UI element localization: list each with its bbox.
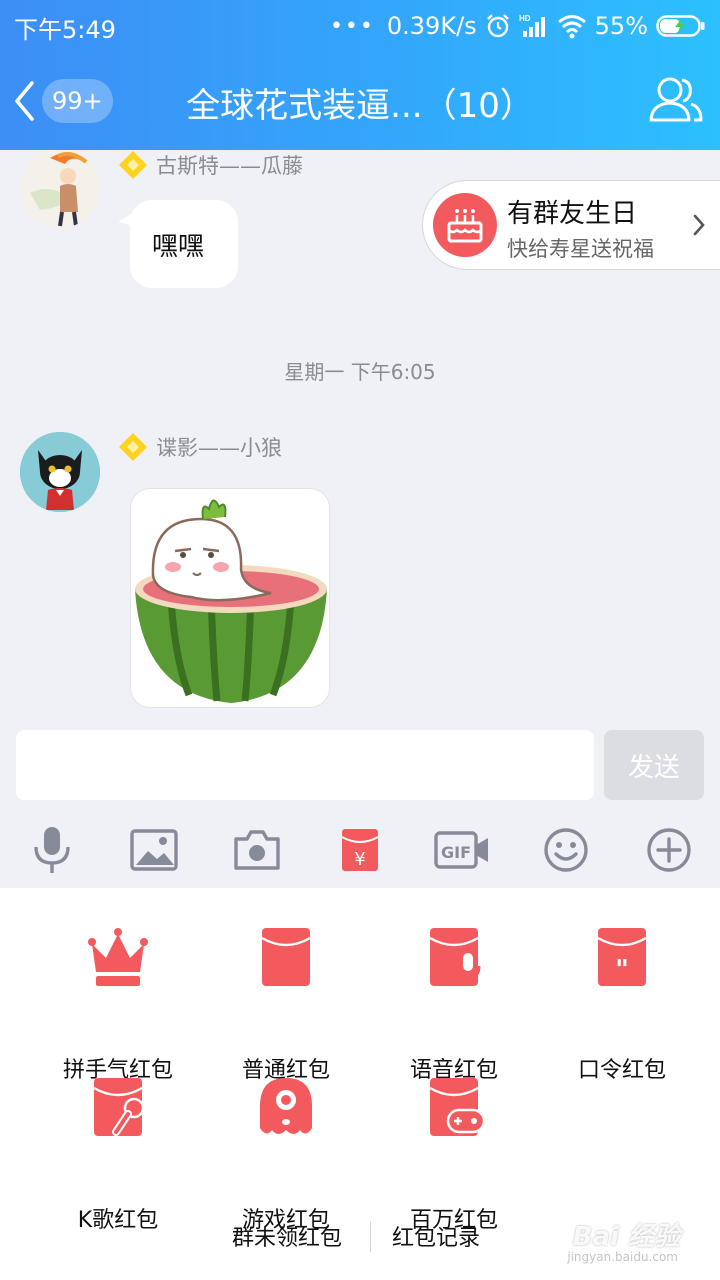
red-packet-karaoke[interactable]: K歌红包 [38,1076,198,1233]
group-members-button[interactable] [648,74,704,126]
cake-icon [447,209,483,243]
sender-name: 古斯特——瓜藤 [118,150,303,180]
birthday-title: 有群友生日 [507,199,638,229]
network-speed: 0.39K/s [386,12,477,40]
sender-name: 谍影——小狼 [118,432,282,462]
alarm-icon [486,14,509,38]
watermark-url: jingyan.baidu.com [567,1250,678,1264]
avatar-illustration [20,150,100,228]
camera-icon [234,830,280,870]
wifi-icon [557,15,586,39]
message-bubble[interactable]: 嘿嘿 [130,200,238,288]
chevron-right-icon [693,214,705,236]
status-indicators: ••• 0.39K/s HD 55% [330,8,706,44]
member-level-icon [119,151,147,179]
app-header: 下午5:49 ••• 0.39K/s HD 55% 99+ 全球花式装逼...（… [0,0,720,150]
birthday-banner[interactable]: 有群友生日 快给寿星送祝福 [422,180,720,270]
emoji-icon [544,828,588,872]
red-packet-records-link[interactable]: 红包记录 [392,1220,480,1252]
red-packet-normal[interactable]: 普通红包 [206,926,366,1083]
red-packet-million[interactable]: 百万红包 [374,1076,534,1233]
message-input-bar: 发送 [0,718,720,810]
message-timestamp: 星期一 下午6:05 [284,360,436,384]
red-packet-label: 口令红包 [577,1058,666,1083]
sender-name-text: 谍影——小狼 [156,436,282,460]
cake-icon-container [433,193,497,257]
red-packet-icon: ¥ [341,829,379,871]
svg-text:HD: HD [519,14,531,23]
input-toolbar: ¥ GIF [0,810,720,888]
avatar-illustration [20,432,100,512]
plus-icon [647,828,691,872]
gif-icon: GIF [434,831,488,869]
karaoke-envelope-icon [93,1078,145,1136]
page-title: 全球花式装逼...（10） [186,86,534,126]
red-packet-lucky[interactable]: 拼手气红包 [38,926,198,1083]
sender-name-text: 古斯特——瓜藤 [156,154,303,178]
sticker-message[interactable] [130,488,330,708]
birthday-subtitle: 快给寿星送祝福 [507,237,654,261]
red-packet-game[interactable]: 游戏红包 [206,1076,366,1233]
notification-dots: ••• [329,13,375,39]
unread-badge: 99+ [42,79,113,123]
avatar[interactable] [20,150,100,228]
group-members-icon [649,77,703,122]
status-time: 下午5:49 [14,16,116,44]
baidu-jingyan-watermark: Bai 经验 [572,1222,680,1252]
message-text: 嘿嘿 [152,231,205,262]
voice-button[interactable] [26,824,78,876]
send-button[interactable]: 发送 [604,730,704,800]
game-character-icon [260,1078,312,1134]
red-packet-voice[interactable]: 语音红包 [374,926,534,1083]
avatar[interactable] [20,432,100,512]
battery-percent: 55% [594,12,648,40]
camera-button[interactable] [231,824,283,876]
envelope-icon [261,928,311,986]
signal-icon: HD [519,14,545,37]
watermelon-radish-sticker [135,499,327,703]
svg-text:": " [615,955,629,985]
quote-envelope-icon: " [597,928,647,986]
more-button[interactable] [643,824,695,876]
gamepad-envelope-icon [429,1078,484,1136]
crown-icon [88,928,148,986]
navigation-bar: 99+ 全球花式装逼...（10） [0,52,720,150]
back-button[interactable]: 99+ [12,78,122,124]
image-icon [130,829,178,871]
status-bar: 下午5:49 ••• 0.39K/s HD 55% [0,0,720,52]
red-packet-button[interactable]: ¥ [334,824,386,876]
emoji-button[interactable] [540,824,592,876]
svg-text:GIF: GIF [441,843,471,862]
member-level-icon [119,433,147,461]
svg-text:¥: ¥ [354,849,365,870]
chevron-left-icon [15,81,34,121]
image-button[interactable] [128,824,180,876]
battery-charging-icon [656,15,705,37]
chat-area[interactable]: 古斯特——瓜藤 嘿嘿 有群友生日 快给寿星送祝福 星期一 下午6:05 谍影——… [0,150,720,718]
voice-envelope-icon [429,928,481,986]
unclaimed-red-packets-link[interactable]: 群未领红包 [232,1220,342,1252]
message-input[interactable] [16,730,594,800]
gif-button[interactable]: GIF [434,824,490,876]
red-packet-password[interactable]: " 口令红包 [542,926,702,1083]
microphone-icon [34,827,70,873]
footer-divider [370,1222,371,1252]
